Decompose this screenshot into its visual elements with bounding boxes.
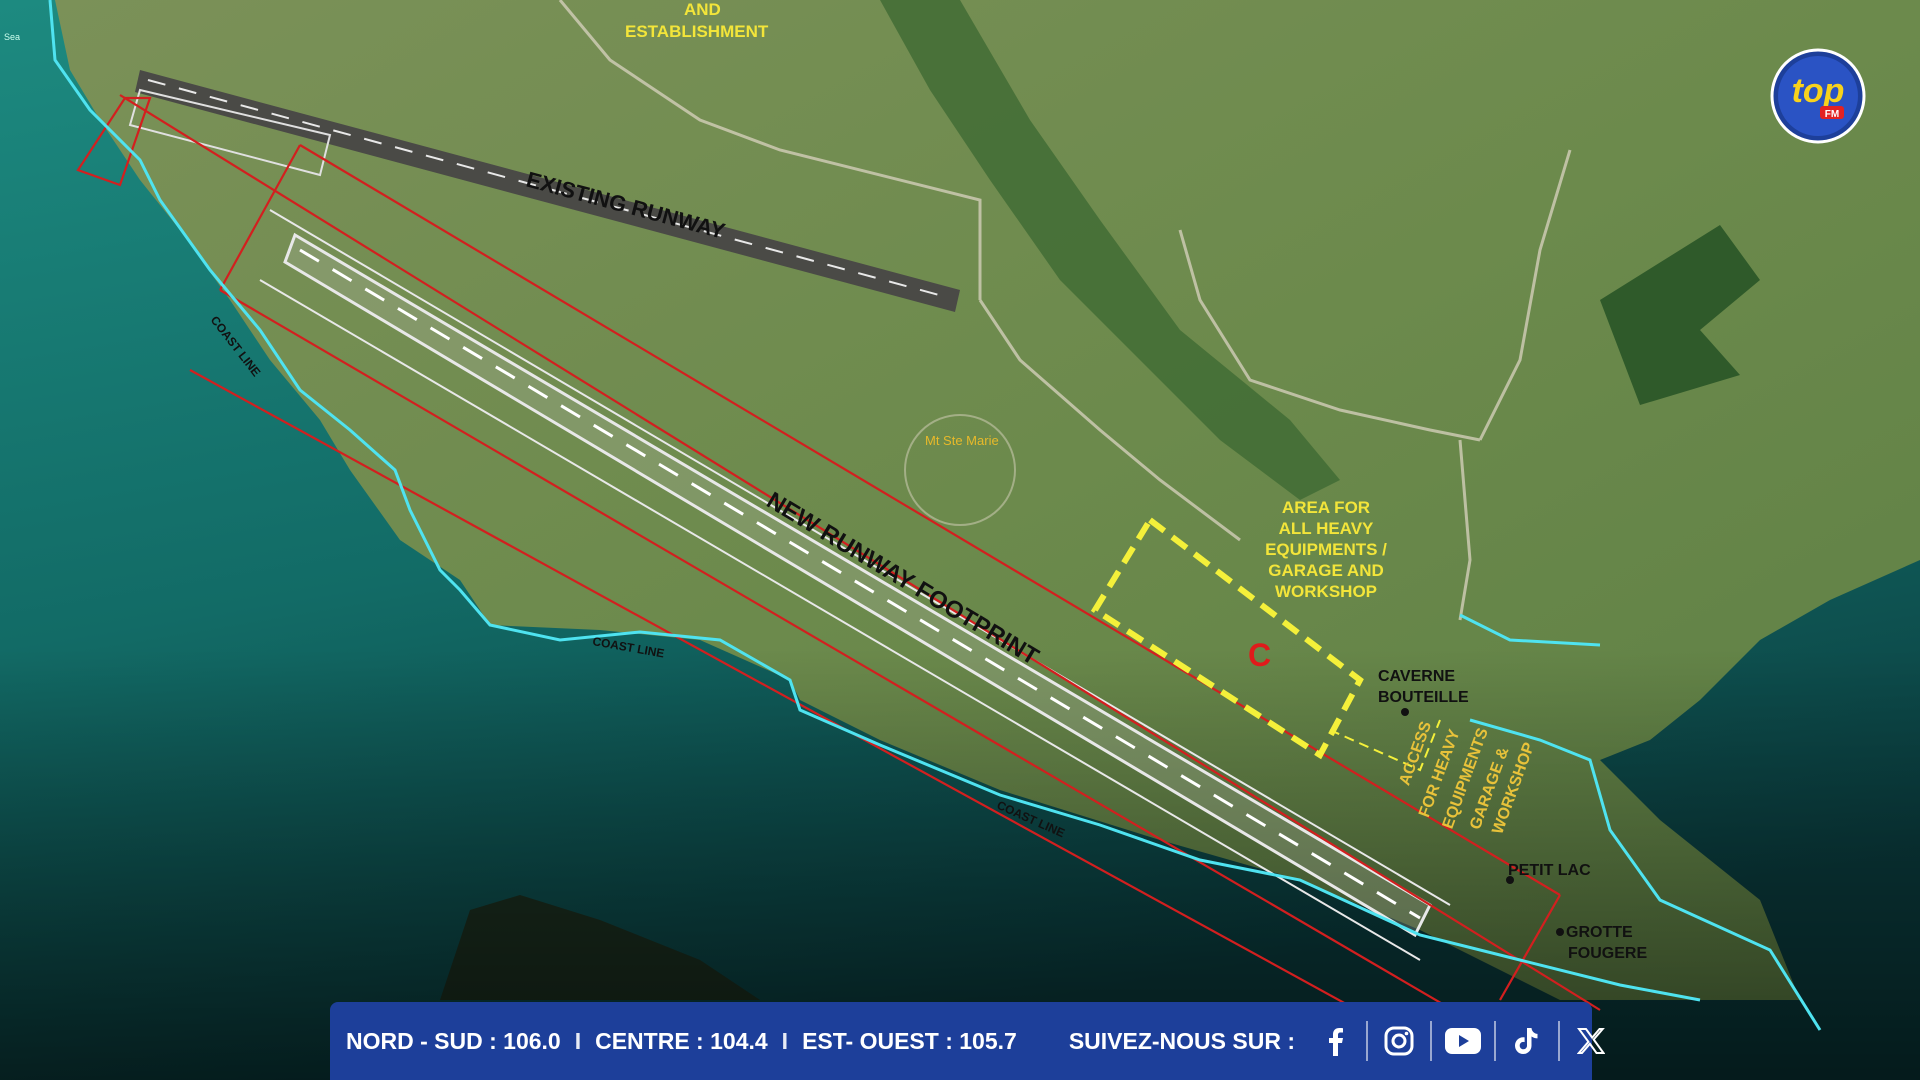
svg-text:EQUIPMENTS /: EQUIPMENTS /	[1265, 540, 1387, 559]
tiktok-icon[interactable]	[1501, 1019, 1553, 1063]
logo-text: top	[1792, 72, 1845, 110]
label-grotte: GROTTE	[1566, 924, 1633, 941]
label-mt-ste-marie: Mt Ste Marie	[925, 433, 999, 448]
top-fm-logo: top FM	[1770, 48, 1866, 144]
freq-separator: I	[781, 1027, 789, 1054]
social-divider	[1558, 1021, 1560, 1061]
caverne-marker	[1401, 708, 1409, 716]
svg-text:AREA FOR: AREA FOR	[1282, 498, 1370, 517]
grotte-marker	[1556, 928, 1564, 936]
logo-sub: FM	[1825, 109, 1839, 120]
social-links	[1309, 1019, 1617, 1063]
satellite-map: AND ESTABLISHMENT EXISTING RUNWAY NEW RU…	[0, 0, 1920, 1080]
freq-separator: I	[574, 1027, 582, 1054]
frequency-footer-bar: NORD - SUD : 106.0 I CENTRE : 104.4 I ES…	[330, 1002, 1605, 1080]
freq-centre: CENTRE : 104.4	[595, 1027, 768, 1054]
label-petit-lac: PETIT LAC	[1508, 862, 1591, 879]
social-divider	[1494, 1021, 1496, 1061]
label-establishment: ESTABLISHMENT	[625, 22, 769, 41]
svg-text:GARAGE AND: GARAGE AND	[1268, 561, 1384, 580]
freq-est-ouest: EST- OUEST : 105.7	[802, 1027, 1017, 1054]
facebook-icon[interactable]	[1309, 1019, 1361, 1063]
label-bouteille: BOUTEILLE	[1378, 689, 1469, 706]
label-area-heavy-equipment: AREA FOR ALL HEAVY EQUIPMENTS / GARAGE A…	[1265, 498, 1387, 601]
label-zone-c: C	[1248, 637, 1271, 673]
label-and: AND	[684, 0, 721, 19]
social-divider	[1366, 1021, 1368, 1061]
label-sea: Sea	[4, 32, 20, 42]
label-caverne: CAVERNE	[1378, 668, 1455, 685]
instagram-icon[interactable]	[1373, 1019, 1425, 1063]
bottom-shading	[0, 0, 1920, 1080]
youtube-icon[interactable]	[1437, 1019, 1489, 1063]
freq-nord-sud: NORD - SUD : 106.0	[346, 1027, 561, 1054]
x-icon[interactable]	[1565, 1019, 1617, 1063]
svg-text:WORKSHOP: WORKSHOP	[1275, 582, 1377, 601]
svg-text:ALL HEAVY: ALL HEAVY	[1279, 519, 1374, 538]
follow-us-label: SUIVEZ-NOUS SUR :	[1068, 1027, 1295, 1054]
label-fougere: FOUGERE	[1568, 945, 1647, 962]
social-divider	[1430, 1021, 1432, 1061]
